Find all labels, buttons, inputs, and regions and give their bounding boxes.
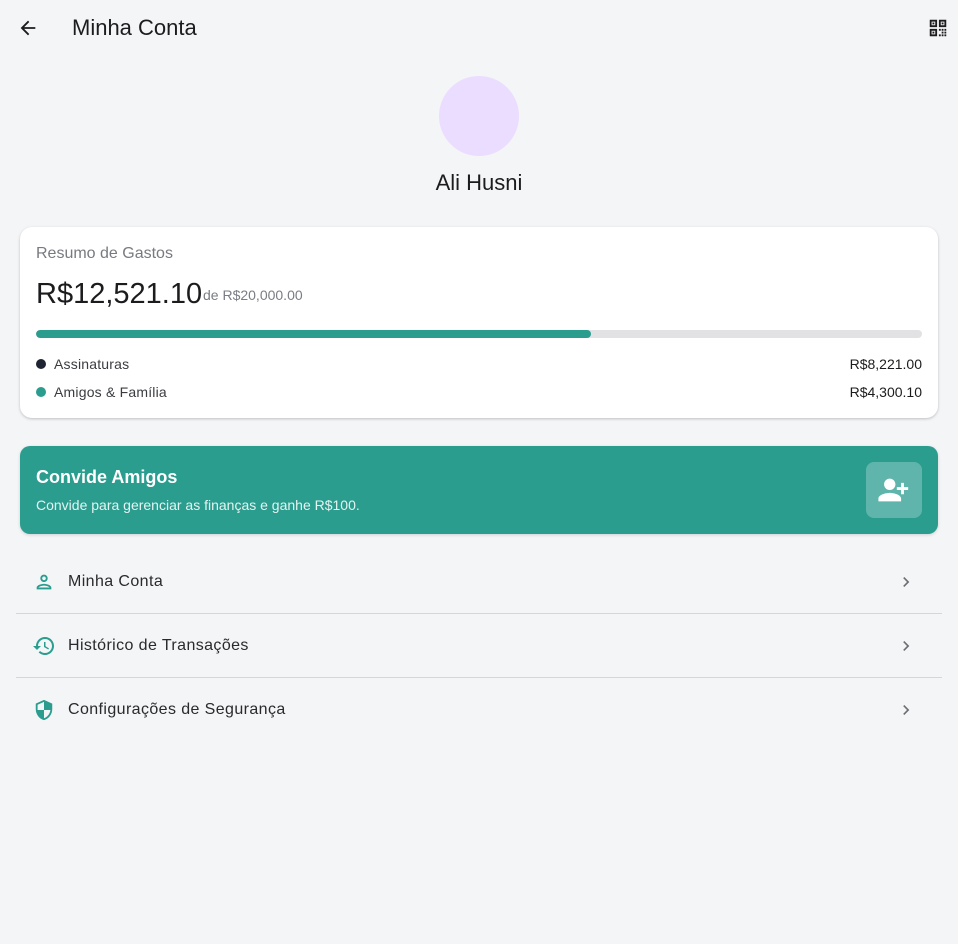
- person-icon: [32, 570, 56, 594]
- app-bar: Minha Conta: [0, 0, 958, 56]
- menu-item-security-settings[interactable]: Configurações de Segurança: [16, 678, 942, 742]
- profile-name: Ali Husni: [435, 170, 523, 195]
- qr-scan-icon: [929, 19, 947, 37]
- menu-item-label: Histórico de Transações: [68, 637, 249, 654]
- back-button[interactable]: [14, 14, 42, 42]
- spending-limit: de R$20,000.00: [203, 287, 303, 303]
- shield-icon: [32, 698, 56, 722]
- legend-label: Amigos & Família: [54, 384, 167, 400]
- page-title: Minha Conta: [72, 15, 197, 40]
- legend-value: R$4,300.10: [849, 384, 922, 400]
- menu-item-transaction-history[interactable]: Histórico de Transações: [16, 614, 942, 678]
- invite-friends-banner[interactable]: Convide Amigos Convide para gerenciar as…: [20, 446, 938, 534]
- qr-scan-button[interactable]: [926, 16, 950, 40]
- invite-button[interactable]: [866, 462, 922, 518]
- menu-item-my-account[interactable]: Minha Conta: [16, 550, 942, 614]
- card-title: Resumo de Gastos: [36, 245, 173, 262]
- invite-subtitle: Convide para gerenciar as finanças e gan…: [36, 497, 360, 513]
- legend-item-subscriptions: Assinaturas R$8,221.00: [36, 354, 922, 374]
- spending-summary-card: Resumo de Gastos R$12,521.10 de R$20,000…: [20, 227, 938, 418]
- legend-dot: [36, 359, 46, 369]
- invite-title: Convide Amigos: [36, 467, 178, 487]
- progress-fill: [36, 330, 591, 338]
- chevron-right-icon: [894, 634, 918, 658]
- history-icon: [32, 634, 56, 658]
- arrow-left-icon: [20, 20, 36, 36]
- legend-label: Assinaturas: [54, 356, 130, 372]
- spent-amount: R$12,521.10: [36, 278, 203, 310]
- spending-progress-bar: [36, 330, 922, 338]
- menu-item-label: Minha Conta: [68, 573, 164, 590]
- avatar: [439, 76, 519, 156]
- chevron-right-icon: [894, 570, 918, 594]
- chevron-right-icon: [894, 698, 918, 722]
- menu-item-label: Configurações de Segurança: [68, 701, 286, 718]
- legend-item-friends-family: Amigos & Família R$4,300.10: [36, 382, 922, 402]
- legend-dot: [36, 387, 46, 397]
- legend-value: R$8,221.00: [849, 356, 922, 372]
- person-add-icon: [878, 478, 909, 502]
